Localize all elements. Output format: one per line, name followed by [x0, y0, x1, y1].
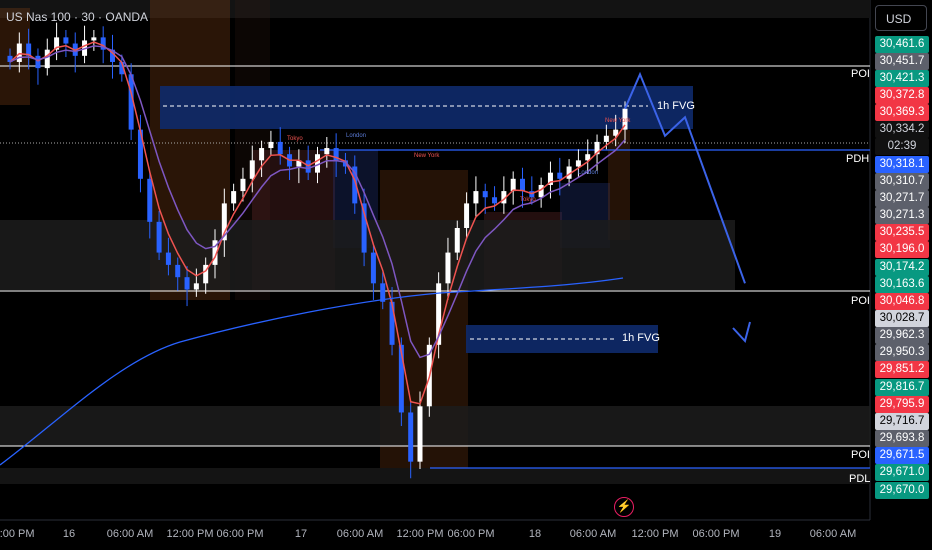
price-label: 30,271.3 [875, 207, 929, 225]
price-label: 30,461.6 [875, 35, 929, 53]
candle-body [408, 412, 414, 462]
pdl-zone [0, 468, 870, 484]
time-label: 06:00 AM [106, 528, 154, 540]
session-label-tokyo-1: Tokyo [287, 136, 303, 142]
candle-body [147, 178, 153, 222]
symbol-title[interactable]: US Nas 100 · 30 · OANDA [6, 10, 148, 24]
candle-body [277, 141, 283, 155]
candle-body [175, 264, 181, 278]
price-label: 30,318.1 [875, 155, 929, 173]
price-label: 29,795.9 [875, 395, 929, 413]
time-label: 06:00 PM [692, 528, 740, 540]
time-label: 12:00 PM [631, 528, 679, 540]
price-label: 30,235.5 [875, 224, 929, 242]
candle-body [231, 191, 237, 204]
candle-body [417, 406, 423, 462]
candle-body [473, 191, 479, 204]
price-label: 29,670.0 [875, 481, 929, 499]
session-label-london-1: London [346, 133, 367, 139]
time-label: 06:00 AM [336, 528, 384, 540]
time-label: 16 [62, 528, 76, 540]
session-label-newyork-1: New York [414, 153, 440, 159]
candle-body [464, 203, 470, 228]
price-label: 29,671.0 [875, 464, 929, 482]
candle-body [16, 43, 22, 62]
candle-body [249, 160, 255, 179]
session-label-london-2: London [578, 170, 599, 176]
candle-body [165, 252, 171, 265]
time-label: 06:00 PM [0, 528, 35, 540]
time-label: 06:00 PM [447, 528, 495, 540]
time-label: 17 [294, 528, 308, 540]
price-label: 29,693.8 [875, 430, 929, 448]
candle-body [44, 49, 50, 69]
poi-zone-lower [0, 406, 870, 446]
time-label: 18 [528, 528, 542, 540]
time-label: 06:00 AM [809, 528, 857, 540]
time-label: 06:00 PM [216, 528, 264, 540]
price-label: 30,271.7 [875, 189, 929, 207]
session-label-newyork-2: New York [605, 118, 631, 124]
fvg-label-lower: 1h FVG [622, 332, 660, 344]
level-label-poi-top: POI [851, 68, 870, 80]
level-label-poi-middle: POI [851, 295, 870, 307]
candle-body [445, 252, 451, 284]
fvg-label-upper: 1h FVG [657, 100, 695, 112]
level-label-pdl: PDL [849, 473, 871, 485]
price-label: 30,310.7 [875, 172, 929, 190]
price-chart[interactable] [0, 0, 932, 550]
time-label: 12:00 PM [166, 528, 214, 540]
candle-body [557, 172, 563, 179]
candle-body [35, 55, 41, 69]
price-label: 30,174.2 [875, 258, 929, 276]
candle-body [482, 191, 488, 198]
candle-body [193, 283, 199, 290]
candle-body [520, 178, 525, 192]
price-label: 29,950.3 [875, 344, 929, 362]
level-label-pdh: PDH [846, 153, 870, 165]
candle-body [370, 252, 376, 284]
poi-zone-middle [0, 220, 735, 290]
candle-body [259, 148, 265, 161]
price-label: 30,334.2 [875, 121, 929, 139]
level-label-poi-bottom: POI [851, 449, 870, 461]
candle-body [603, 135, 609, 142]
candle-body [91, 37, 97, 41]
lightning-icon[interactable]: ⚡ [614, 497, 634, 517]
currency-button[interactable]: USD [875, 5, 927, 31]
price-label: 30,369.3 [875, 104, 929, 122]
candle-body [268, 141, 274, 149]
price-label: 29,816.7 [875, 378, 929, 396]
price-label: 29,851.2 [875, 361, 929, 379]
price-label: 30,372.8 [875, 86, 929, 104]
candle-body [240, 178, 246, 192]
session-label-tokyo-2: Tokyo [520, 197, 536, 203]
candle-body [510, 178, 516, 192]
candle-body [492, 197, 498, 204]
time-label: 06:00 AM [569, 528, 617, 540]
time-label: 19 [768, 528, 782, 540]
price-label: 29,671.5 [875, 447, 929, 465]
price-label: 30,163.6 [875, 275, 929, 293]
price-label: 29,962.3 [875, 327, 929, 345]
candle-body [184, 277, 190, 290]
candle-body [575, 160, 581, 167]
time-label: 12:00 PM [396, 528, 444, 540]
candle-body [63, 37, 69, 44]
price-label: 30,451.7 [875, 52, 929, 70]
chart-window: US Nas 100 · 30 · OANDA USD 30,461.6 30,4… [0, 0, 932, 550]
price-label: 29,716.7 [875, 412, 929, 430]
candle-body [324, 148, 330, 155]
price-label: 02:39 [875, 138, 929, 156]
price-label: 30,046.8 [875, 292, 929, 310]
candle-body [454, 227, 460, 253]
candle-body [389, 301, 395, 345]
candle-body [156, 221, 162, 253]
price-label: 30,028.7 [875, 309, 929, 327]
price-label: 30,196.0 [875, 241, 929, 259]
price-label: 30,421.3 [875, 69, 929, 87]
